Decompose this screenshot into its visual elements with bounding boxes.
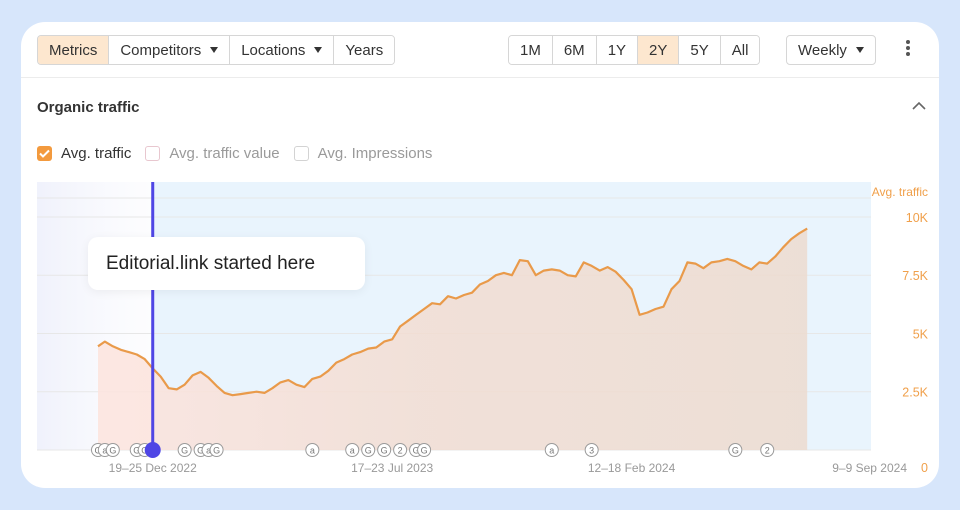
callout: Editorial.link started here	[88, 237, 365, 290]
annotation-label: a	[310, 446, 315, 456]
y-tick-label: 2.5K	[902, 386, 928, 400]
annotation-label: G	[213, 446, 220, 456]
annotation-label: 2	[398, 446, 403, 456]
x-tick-label: 12–18 Feb 2024	[588, 461, 676, 475]
y-tick-label: 0	[921, 461, 928, 475]
annotation-label: 3	[589, 446, 594, 456]
annotation-label: G	[732, 446, 739, 456]
x-tick-label: 17–23 Jul 2023	[351, 461, 433, 475]
annotation-label: a	[350, 446, 355, 456]
annotation-label: G	[109, 446, 116, 456]
annotation-label: G	[421, 446, 428, 456]
annotation-label: a	[549, 446, 554, 456]
y-axis-title: Avg. traffic	[872, 185, 928, 199]
x-tick-label: 9–9 Sep 2024	[832, 461, 907, 475]
annotation-label: G	[365, 446, 372, 456]
x-tick-label: 19–25 Dec 2022	[109, 461, 197, 475]
annotation-label: 2	[765, 446, 770, 456]
annotation-label: G	[181, 446, 188, 456]
y-tick-label: 7.5K	[902, 269, 928, 283]
chart-card: Metrics Competitors Locations Years 1M 6…	[21, 22, 939, 488]
marker-dot	[144, 442, 161, 458]
y-tick-label: 5K	[913, 327, 929, 341]
y-tick-label: 10K	[906, 211, 929, 225]
annotation-label: G	[381, 446, 388, 456]
